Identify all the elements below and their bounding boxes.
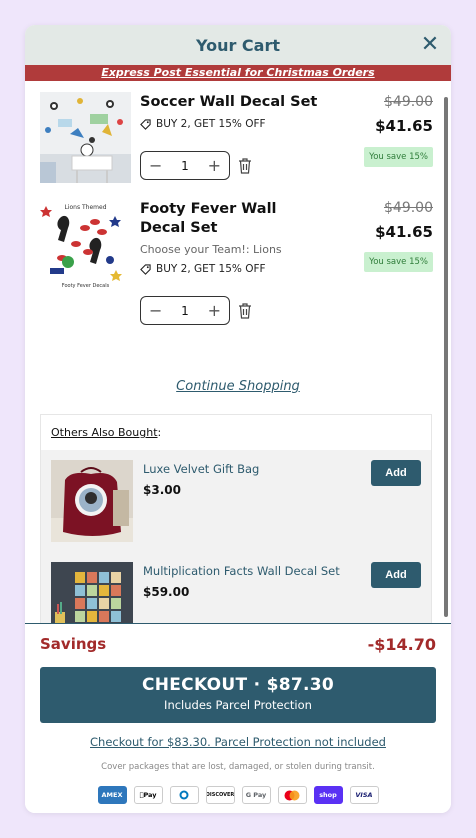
- quantity-stepper: − 1 +: [140, 296, 230, 325]
- item-promo-text: BUY 2, GET 15% OFF: [156, 118, 266, 130]
- upsell-heading: Others Also Bought:: [41, 415, 431, 450]
- cart-footer: Savings -$14.70 CHECKOUT · $87.30 Includ…: [25, 623, 451, 813]
- savings-value: -$14.70: [367, 635, 436, 654]
- checkout-sublabel[interactable]: Includes Parcel Protection: [40, 698, 436, 712]
- minus-icon[interactable]: −: [149, 301, 162, 320]
- item-title[interactable]: Soccer Wall Decal Set: [140, 93, 320, 112]
- upsell-item-name[interactable]: Luxe Velvet Gift Bag: [143, 462, 259, 476]
- scrollbar[interactable]: [444, 97, 448, 617]
- plus-icon[interactable]: +: [208, 301, 221, 320]
- quantity-value[interactable]: 1: [181, 304, 189, 318]
- continue-shopping-link[interactable]: Continue Shopping: [25, 379, 451, 394]
- footy-decal-image[interactable]: Lions Themed Footy Fever Decals: [40, 200, 131, 291]
- checkout-without-protection-link[interactable]: Checkout for $83.30. Parcel Protection n…: [25, 735, 451, 749]
- close-icon[interactable]: ✕: [419, 34, 441, 56]
- quantity-stepper: − 1 +: [140, 151, 230, 180]
- decal-image-caption: Footy Fever Decals: [62, 283, 110, 289]
- google-pay-icon: G Pay: [241, 786, 271, 804]
- gift-bag-image[interactable]: [51, 460, 133, 542]
- apple-pay-label: Pay: [141, 791, 156, 799]
- decal-image-title: Lions Themed: [64, 204, 106, 211]
- discover-icon: DISCOVER: [205, 786, 235, 804]
- add-button[interactable]: Add: [371, 460, 421, 486]
- savings-badge: You save 15%: [364, 252, 433, 272]
- price-discounted: $41.65: [375, 223, 433, 241]
- trash-icon[interactable]: [238, 158, 252, 174]
- shop-pay-icon: shop: [313, 786, 343, 804]
- mastercard-logo: [284, 790, 300, 800]
- plus-icon[interactable]: +: [208, 156, 221, 175]
- cart-item: Lions Themed Footy Fever Decals Footy Fe…: [40, 200, 433, 350]
- upsell-section: Others Also Bought: Luxe Velvet Gift Bag…: [40, 414, 432, 623]
- payment-methods: AMEX Pay DISCOVER G Pay shop VISA: [25, 786, 451, 804]
- upsell-item: Luxe Velvet Gift Bag $3.00 Add: [51, 460, 421, 544]
- item-option: Choose your Team!: Lions: [140, 243, 282, 256]
- upsell-item-price: $3.00: [143, 483, 181, 497]
- upsell-item-price: $59.00: [143, 585, 190, 599]
- checkout-label[interactable]: CHECKOUT · $87.30: [40, 675, 436, 695]
- upsell-item: Multiplication Facts Wall Decal Set $59.…: [51, 562, 421, 623]
- cart-header: Your Cart ✕: [25, 25, 451, 65]
- item-promo: BUY 2, GET 15% OFF: [140, 118, 266, 130]
- apple-pay-icon: Pay: [133, 786, 163, 804]
- amex-icon: AMEX: [97, 786, 127, 804]
- upsell-heading-suffix: :: [157, 426, 162, 439]
- upsell-heading-text: Others Also Bought: [51, 426, 158, 439]
- visa-icon: VISA: [349, 786, 379, 804]
- price-original: $49.00: [384, 200, 433, 216]
- minus-icon[interactable]: −: [149, 156, 162, 175]
- checkout-button[interactable]: CHECKOUT · $87.30 Includes Parcel Protec…: [40, 667, 436, 723]
- trash-icon[interactable]: [238, 303, 252, 319]
- price-original: $49.00: [384, 94, 433, 110]
- quantity-value[interactable]: 1: [181, 159, 189, 173]
- savings-badge: You save 15%: [364, 147, 433, 167]
- soccer-decal-image[interactable]: [40, 92, 131, 183]
- item-promo: BUY 2, GET 15% OFF: [140, 263, 266, 275]
- add-button[interactable]: Add: [371, 562, 421, 588]
- cart-drawer: Your Cart ✕ Express Post Essential for C…: [25, 25, 451, 813]
- price-discounted: $41.65: [375, 117, 433, 135]
- cart-scroll-area[interactable]: Soccer Wall Decal Set BUY 2, GET 15% OFF…: [25, 81, 451, 623]
- item-promo-text: BUY 2, GET 15% OFF: [156, 263, 266, 275]
- tag-icon: [140, 263, 151, 275]
- upsell-item-name[interactable]: Multiplication Facts Wall Decal Set: [143, 564, 340, 578]
- mastercard-icon: [277, 786, 307, 804]
- diners-icon: [169, 786, 199, 804]
- diners-logo: [179, 790, 189, 800]
- upsell-list: Luxe Velvet Gift Bag $3.00 Add Multiplic…: [41, 450, 431, 623]
- promo-banner[interactable]: Express Post Essential for Christmas Ord…: [25, 65, 451, 81]
- protection-note: Cover packages that are lost, damaged, o…: [101, 762, 375, 772]
- multiplication-decal-image[interactable]: [51, 562, 133, 623]
- cart-title: Your Cart: [195, 35, 281, 55]
- tag-icon: [140, 118, 151, 130]
- item-title[interactable]: Footy Fever Wall Decal Set: [140, 200, 320, 238]
- savings-label: Savings: [40, 635, 107, 653]
